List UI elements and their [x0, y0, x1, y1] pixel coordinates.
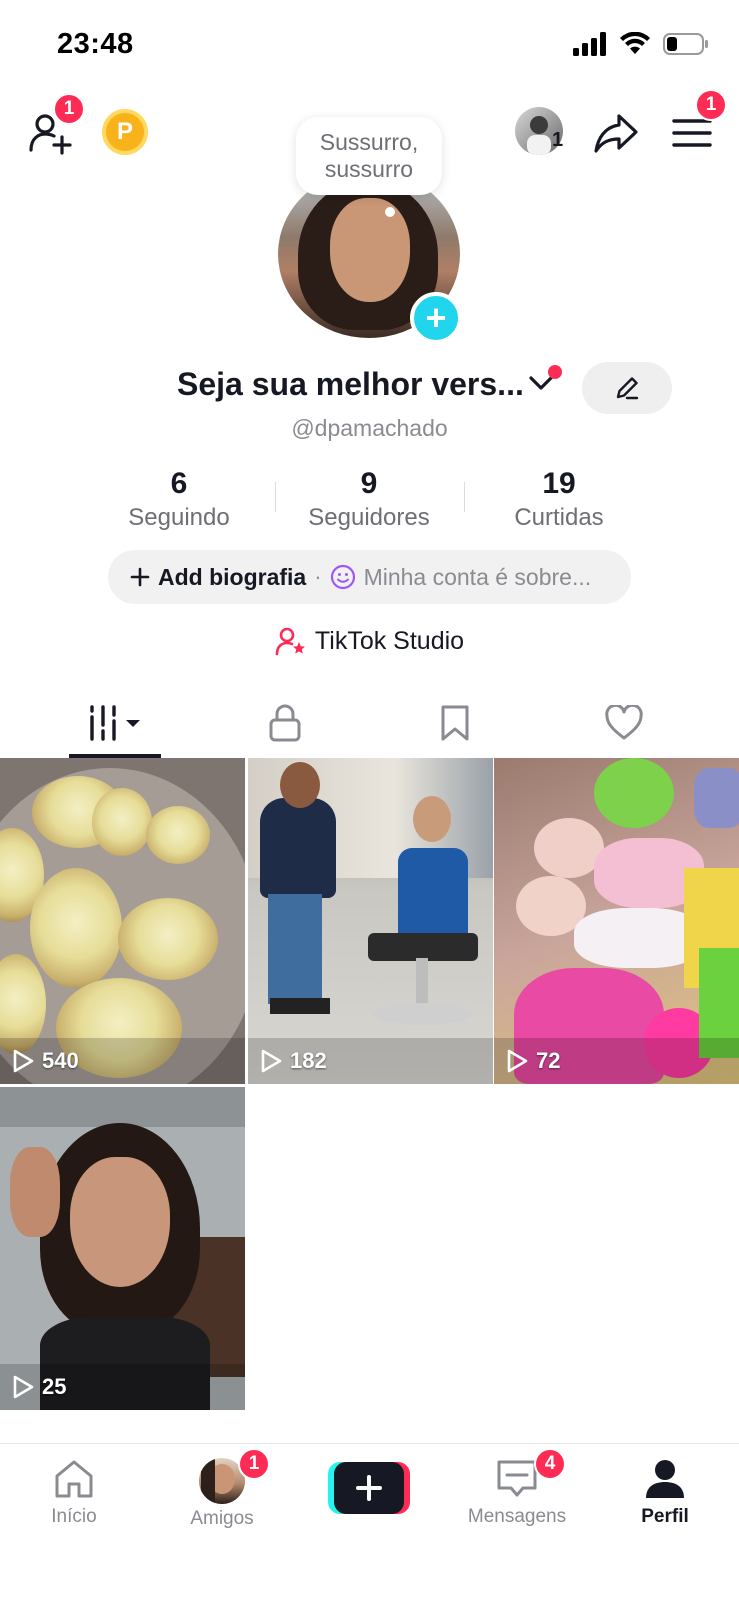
content-tabs: [0, 690, 739, 758]
cellular-signal-icon: [573, 32, 606, 56]
studio-label: TikTok Studio: [314, 626, 465, 655]
share-profile-button[interactable]: [590, 107, 642, 159]
video-views: 540: [12, 1048, 79, 1074]
share-arrow-icon: [594, 114, 638, 153]
tab-videos[interactable]: [25, 690, 205, 756]
grid-bars-icon: [90, 705, 140, 741]
status-time: 23:48: [57, 28, 134, 60]
play-icon: [13, 1049, 34, 1073]
nav-home[interactable]: Início: [14, 1458, 134, 1528]
status-icons: [573, 32, 709, 56]
profile-icon: [646, 1460, 684, 1498]
stat-following-label: Seguindo: [128, 504, 230, 531]
menu-badge: 1: [695, 89, 727, 121]
friends-badge: 1: [238, 1448, 270, 1480]
video-tile[interactable]: 25: [0, 1087, 245, 1410]
stat-likes-value: 19: [542, 467, 576, 500]
bio-separator: ·: [314, 564, 322, 589]
profile-stats: 6 Seguindo 9 Seguidores 19 Curtidas: [0, 466, 739, 536]
video-views-count: 182: [290, 1048, 327, 1073]
video-views: 182: [260, 1048, 327, 1074]
play-icon: [261, 1049, 282, 1073]
video-views-count: 72: [536, 1048, 561, 1073]
nav-profile[interactable]: Perfil: [605, 1458, 725, 1528]
edit-profile-button[interactable]: [582, 362, 672, 414]
pencil-icon: [616, 377, 639, 400]
tiktok-studio-link[interactable]: TikTok Studio: [0, 626, 739, 656]
home-icon: [55, 1460, 93, 1498]
story-avatar-count: 1: [552, 129, 564, 151]
nav-home-label: Início: [51, 1506, 97, 1527]
stat-following[interactable]: 6 Seguindo: [84, 466, 274, 534]
bubble-text-line2: sussurro: [324, 156, 414, 182]
username: @dpamachado: [291, 415, 448, 441]
lock-icon: [269, 704, 301, 742]
hamburger-menu-icon: [672, 119, 712, 147]
nav-friends-label: Amigos: [190, 1508, 254, 1529]
stat-following-value: 6: [170, 467, 188, 500]
coin-icon: P: [116, 118, 133, 145]
status-bar: 23:48: [0, 0, 739, 90]
smiley-icon: [330, 564, 355, 590]
video-tile[interactable]: 72: [494, 758, 739, 1084]
play-icon: [507, 1049, 528, 1073]
add-story-plus-icon[interactable]: +: [410, 292, 462, 344]
add-bio-label: Add biografia: [158, 563, 307, 590]
name-row: Seja sua melhor vers...: [0, 360, 739, 416]
inbox-icon: [497, 1460, 537, 1497]
studio-user-star-icon: [275, 627, 305, 656]
coins-button[interactable]: P: [102, 109, 148, 155]
video-views: 72: [506, 1048, 560, 1074]
tab-private[interactable]: [195, 690, 375, 756]
account-switch-dot: [548, 365, 562, 379]
stat-followers-label: Seguidores: [308, 504, 430, 531]
bubble-tail: [385, 207, 395, 217]
plus-icon: [130, 567, 150, 587]
video-views-count: 540: [42, 1048, 79, 1073]
video-tile[interactable]: 540: [0, 758, 245, 1084]
profile-avatar[interactable]: +: [278, 170, 462, 352]
create-plus-icon: [334, 1462, 404, 1514]
inbox-badge: 4: [534, 1448, 566, 1480]
video-tile[interactable]: 182: [248, 758, 493, 1084]
video-views-count: 25: [42, 1374, 67, 1399]
add-friends-badge: 1: [53, 93, 85, 125]
battery-low-icon: [663, 33, 708, 55]
stat-likes-label: Curtidas: [514, 504, 604, 531]
tab-liked[interactable]: [534, 690, 714, 756]
status-bubble[interactable]: Sussurro, sussurro: [296, 117, 442, 195]
stat-followers[interactable]: 9 Seguidores: [274, 466, 464, 534]
bottom-nav: Início Amigos 1 Mensagens 4 Perfil: [0, 1443, 739, 1600]
bio-hint: Minha conta é sobre...: [363, 563, 592, 590]
play-icon: [13, 1375, 34, 1399]
create-button[interactable]: [328, 1462, 410, 1514]
tab-saved[interactable]: [365, 690, 545, 756]
stat-followers-value: 9: [360, 467, 378, 500]
heart-icon: [605, 705, 643, 740]
display-name[interactable]: Seja sua melhor vers...: [177, 366, 524, 403]
wifi-icon: [620, 32, 650, 54]
bubble-text-line1: Sussurro,: [319, 129, 419, 155]
video-views: 25: [12, 1374, 66, 1400]
add-bio-button[interactable]: Add biografia · Minha conta é sobre...: [108, 550, 631, 604]
nav-profile-label: Perfil: [641, 1506, 689, 1527]
nav-inbox-label: Mensagens: [467, 1506, 567, 1527]
bookmark-icon: [441, 705, 469, 741]
stat-likes[interactable]: 19 Curtidas: [464, 466, 654, 534]
